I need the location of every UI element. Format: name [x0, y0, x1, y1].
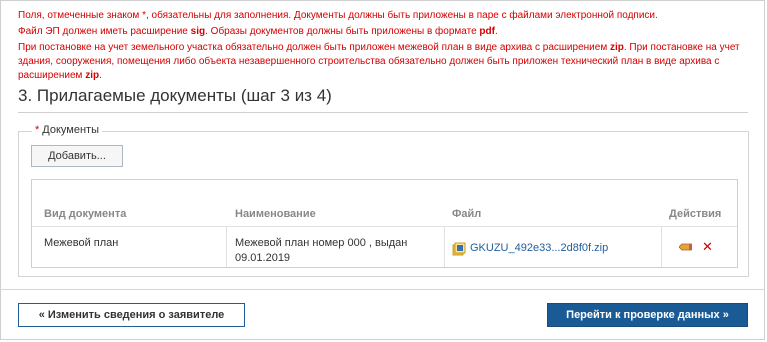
title-divider [18, 112, 748, 113]
documents-table [31, 179, 738, 268]
notice-line-3: При постановке на учет земельного участк… [18, 42, 740, 81]
add-document-button[interactable]: Добавить... [31, 145, 123, 167]
header-actions: Действия [669, 208, 722, 220]
header-divider [32, 226, 737, 227]
column-divider [444, 226, 445, 267]
header-name: Наименование [235, 208, 316, 220]
column-divider [661, 226, 662, 267]
column-divider [226, 226, 227, 267]
pencil-edit-icon[interactable] [679, 243, 692, 251]
delete-x-icon[interactable]: ✕ [702, 240, 713, 253]
row-name-line-1: Межевой план номер 000 , выдан [235, 237, 408, 249]
attached-file-link[interactable]: GKUZU_492e33...2d8f0f.zip [470, 241, 608, 256]
notice-line-1: Поля, отмеченные знаком *, обязательны д… [18, 10, 658, 21]
documents-legend: * Документы [32, 124, 102, 136]
notice-line-2: Файл ЭП должен иметь расширение sig. Обр… [18, 26, 498, 37]
documents-legend-label: Документы [42, 124, 99, 136]
next-review-button[interactable]: Перейти к проверке данных » [547, 303, 748, 327]
row-doc-type: Межевой план [44, 237, 119, 249]
header-doc-type: Вид документа [44, 208, 127, 220]
zip-file-icon [452, 242, 466, 256]
back-to-applicant-button[interactable]: « Изменить сведения о заявителе [18, 303, 245, 327]
requirements-notice: Поля, отмеченные знаком *, обязательны д… [18, 9, 760, 85]
header-file: Файл [452, 208, 482, 220]
row-name-line-2: 09.01.2019 [235, 252, 291, 264]
step-title: 3. Прилагаемые документы (шаг 3 из 4) [18, 86, 332, 105]
required-marker: * [35, 124, 40, 136]
footer-divider [0, 289, 765, 290]
